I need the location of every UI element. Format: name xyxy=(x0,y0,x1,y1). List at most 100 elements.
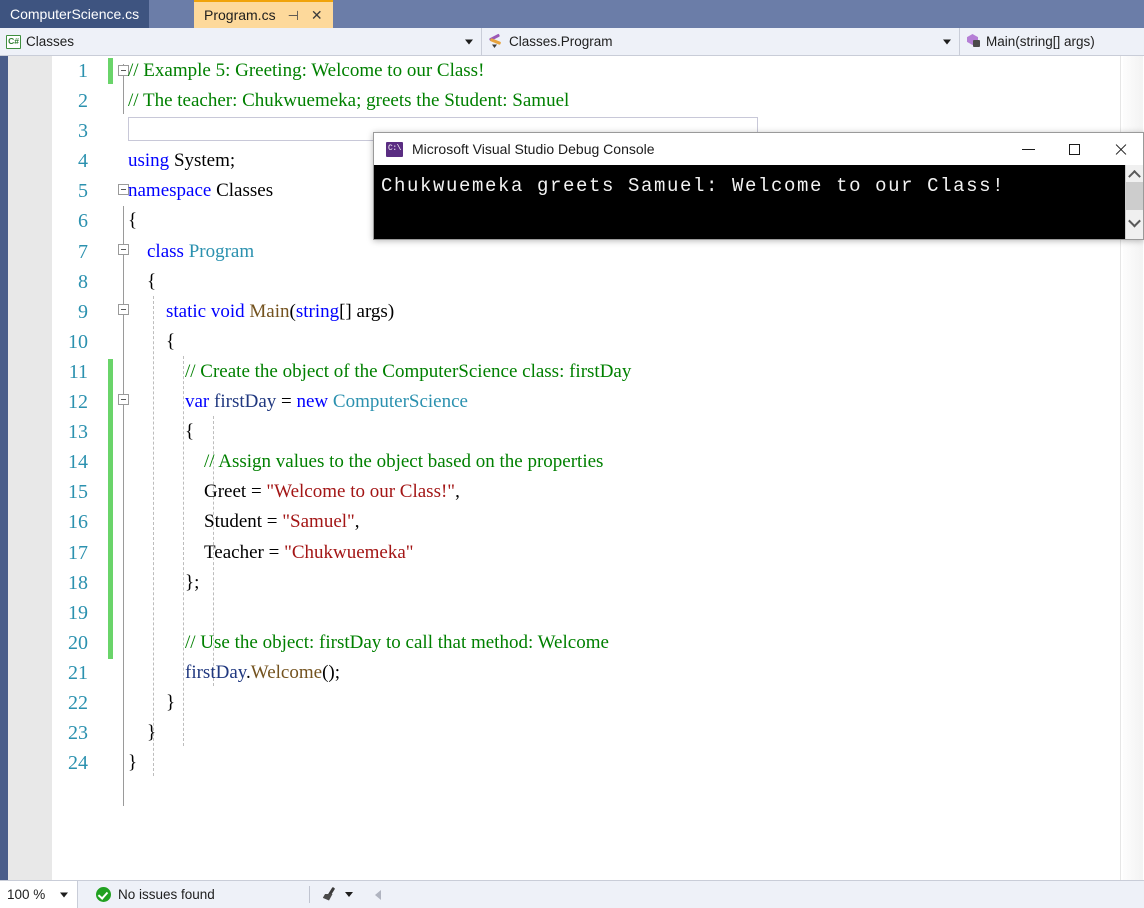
code-token: } xyxy=(166,691,176,713)
code-token: [] args) xyxy=(339,300,395,322)
chevron-down-icon[interactable] xyxy=(344,892,353,897)
code-line-text: // Use the object: firstDay to call that… xyxy=(185,628,609,658)
code-token: { xyxy=(128,210,138,232)
code-token: , xyxy=(354,511,360,533)
code-line[interactable]: 19 xyxy=(52,598,1120,628)
code-line-text: Teacher = "Chukwuemeka" xyxy=(204,538,414,568)
code-token: Greet = xyxy=(204,481,267,503)
code-token: = xyxy=(276,391,297,413)
code-line[interactable]: 15 Greet = "Welcome to our Class!", xyxy=(52,477,1120,507)
zoom-level-dropdown[interactable]: 100 % xyxy=(0,881,78,908)
line-number: 16 xyxy=(68,511,88,534)
close-icon xyxy=(1114,143,1127,156)
close-icon[interactable]: ✕ xyxy=(311,8,323,22)
code-line[interactable]: 1 // Example 5: Greeting: Welcome to our … xyxy=(52,56,1120,86)
code-line-text: Student = "Samuel", xyxy=(204,507,360,537)
code-line[interactable]: 20 // Use the object: firstDay to call th… xyxy=(52,628,1120,658)
scroll-down-button[interactable] xyxy=(1126,214,1143,231)
line-number: 5 xyxy=(78,180,88,203)
issues-status[interactable]: No issues found xyxy=(88,881,223,908)
code-token: } xyxy=(147,722,157,744)
csharp-file-icon: C# xyxy=(6,34,21,49)
code-token: static xyxy=(166,300,207,322)
code-line[interactable]: 24} xyxy=(52,748,1120,778)
member-dropdown[interactable]: Main(string[] args) xyxy=(960,28,1144,55)
code-line[interactable]: 14 // Assign values to the object based o… xyxy=(52,447,1120,477)
code-line[interactable]: 13 { xyxy=(52,417,1120,447)
code-token: { xyxy=(166,330,176,352)
type-dropdown[interactable]: Classes.Program xyxy=(482,28,960,55)
member-dropdown-label: Main(string[] args) xyxy=(986,34,1095,49)
line-number: 1 xyxy=(78,60,88,82)
code-token: ComputerScience xyxy=(332,391,468,413)
code-token: firstDay xyxy=(185,661,247,683)
editor-gutter-strip xyxy=(8,56,52,880)
scroll-up-button[interactable] xyxy=(1126,165,1143,183)
code-line[interactable]: 8{ xyxy=(52,267,1120,297)
console-output-area[interactable]: Chukwuemeka greets Samuel: Welcome to ou… xyxy=(374,165,1143,239)
maximize-button[interactable] xyxy=(1051,133,1097,165)
code-cleanup-button[interactable] xyxy=(314,881,361,908)
line-number: 17 xyxy=(68,541,88,564)
code-token: "Samuel" xyxy=(282,511,355,533)
code-token: class xyxy=(147,240,184,262)
tab-computerscience-cs[interactable]: ComputerScience.cs xyxy=(0,0,150,28)
code-line-text: } xyxy=(147,718,156,748)
project-dropdown[interactable]: C# Classes xyxy=(0,28,482,55)
code-token: "Chukwuemeka" xyxy=(284,541,414,563)
minimize-icon xyxy=(1021,148,1035,150)
code-line[interactable]: 12 var firstDay = new ComputerScience xyxy=(52,387,1120,417)
close-button[interactable] xyxy=(1097,133,1143,165)
chevron-down-icon xyxy=(1128,214,1141,228)
console-title-bar[interactable]: C:\ Microsoft Visual Studio Debug Consol… xyxy=(374,133,1143,165)
brush-icon xyxy=(322,886,339,903)
code-token: void xyxy=(210,300,245,322)
code-line-text: } xyxy=(166,688,175,718)
code-line[interactable]: 18}; xyxy=(52,568,1120,598)
debug-console-window[interactable]: C:\ Microsoft Visual Studio Debug Consol… xyxy=(373,132,1144,240)
line-number: 24 xyxy=(68,752,88,775)
console-scrollbar[interactable] xyxy=(1125,165,1143,239)
code-token: new xyxy=(296,391,329,413)
code-line[interactable]: 10 { xyxy=(52,327,1120,357)
code-line[interactable]: 11 // Create the object of the ComputerSc… xyxy=(52,357,1120,387)
code-line-text: using System; xyxy=(128,146,235,176)
code-line-text: // Example 5: Greeting: Welcome to our C… xyxy=(128,56,484,86)
class-method-icon xyxy=(488,33,504,49)
line-number: 9 xyxy=(78,300,88,323)
code-line[interactable]: 9 static void Main(string[] args) xyxy=(52,297,1120,327)
code-line[interactable]: 2 // The teacher: Chukwuemeka; greets the… xyxy=(52,86,1120,116)
line-number: 21 xyxy=(68,661,88,684)
code-token: }; xyxy=(185,571,200,593)
console-output-text: Chukwuemeka greets Samuel: Welcome to ou… xyxy=(381,175,1006,197)
minimize-button[interactable] xyxy=(1005,133,1051,165)
left-arrow-icon[interactable] xyxy=(374,889,381,900)
code-line-text: { xyxy=(147,267,156,297)
window-controls xyxy=(1005,133,1143,165)
navigation-bar: C# Classes Classes.Program Main(string[]… xyxy=(0,28,1144,56)
code-line[interactable]: 7 class Program xyxy=(52,237,1120,267)
code-line[interactable]: 23} xyxy=(52,718,1120,748)
tab-program-cs[interactable]: Program.cs ⊣ ✕ xyxy=(194,0,333,28)
code-line-text: // Assign values to the object based on … xyxy=(204,447,603,477)
code-line[interactable]: 16 Student = "Samuel", xyxy=(52,507,1120,537)
code-token: } xyxy=(128,752,138,774)
line-number: 2 xyxy=(78,90,88,113)
code-token: "Welcome to our Class!" xyxy=(266,481,456,503)
pin-icon[interactable]: ⊣ xyxy=(288,9,299,22)
code-token: System xyxy=(173,150,230,172)
code-line[interactable]: 22} xyxy=(52,688,1120,718)
line-number: 15 xyxy=(68,481,88,504)
line-number: 14 xyxy=(68,451,88,474)
code-line[interactable]: 17 Teacher = "Chukwuemeka" xyxy=(52,538,1120,568)
code-line-text: class Program xyxy=(147,237,254,267)
scrollbar-thumb[interactable] xyxy=(1126,182,1143,210)
line-number: 18 xyxy=(68,571,88,594)
chevron-down-icon xyxy=(943,39,951,44)
line-number: 19 xyxy=(68,601,88,624)
code-line-text: Greet = "Welcome to our Class!", xyxy=(204,477,460,507)
code-line[interactable]: 21 firstDay.Welcome(); xyxy=(52,658,1120,688)
code-token: // The teacher: Chukwuemeka; greets the … xyxy=(128,90,570,112)
code-token: var xyxy=(185,391,210,413)
code-line-text: firstDay.Welcome(); xyxy=(185,658,340,688)
